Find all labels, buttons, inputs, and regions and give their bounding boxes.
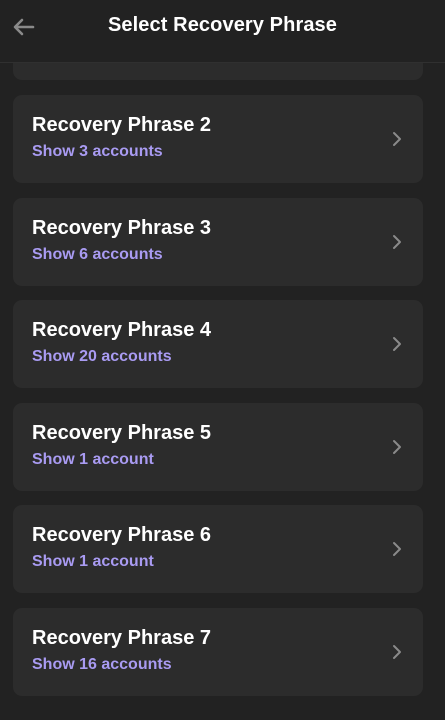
- chevron-right-icon: [389, 644, 405, 660]
- recovery-phrase-name: Recovery Phrase 2: [32, 114, 212, 136]
- show-accounts-link[interactable]: Show 6 accounts: [32, 246, 163, 264]
- header-bar: Select Recovery Phrase: [0, 0, 445, 63]
- chevron-right-icon: [389, 336, 405, 352]
- recovery-phrase-card[interactable]: Recovery Phrase 6 Show 1 account: [13, 505, 423, 593]
- recovery-phrase-card[interactable]: Recovery Phrase 7 Show 16 accounts: [13, 608, 423, 696]
- recovery-phrase-name: Recovery Phrase 7: [32, 627, 212, 649]
- recovery-phrase-name: Recovery Phrase 3: [32, 217, 212, 239]
- recovery-phrase-card[interactable]: Recovery Phrase 4 Show 20 accounts: [13, 300, 423, 388]
- show-accounts-link[interactable]: Show 20 accounts: [32, 348, 172, 366]
- show-accounts-link[interactable]: Show 1 account: [32, 553, 154, 571]
- recovery-phrase-card[interactable]: Recovery Phrase 5 Show 1 account: [13, 403, 423, 491]
- recovery-phrase-card[interactable]: Recovery Phrase 2 Show 3 accounts: [13, 95, 423, 183]
- recovery-phrase-name: Recovery Phrase 4: [32, 319, 212, 341]
- recovery-phrase-name: Recovery Phrase 6: [32, 524, 212, 546]
- recovery-phrase-screen: Recovery Phrase 2 Show 3 accounts Recove…: [0, 0, 445, 720]
- chevron-right-icon: [389, 541, 405, 557]
- chevron-right-icon: [389, 234, 405, 250]
- chevron-right-icon: [389, 439, 405, 455]
- page-title: Select Recovery Phrase: [107, 14, 337, 36]
- show-accounts-link[interactable]: Show 3 accounts: [32, 143, 163, 161]
- show-accounts-link[interactable]: Show 1 account: [32, 451, 154, 469]
- chevron-right-icon: [389, 131, 405, 147]
- recovery-phrase-name: Recovery Phrase 5: [32, 422, 212, 444]
- show-accounts-link[interactable]: Show 16 accounts: [32, 656, 172, 674]
- recovery-phrase-card[interactable]: Recovery Phrase 3 Show 6 accounts: [13, 198, 423, 286]
